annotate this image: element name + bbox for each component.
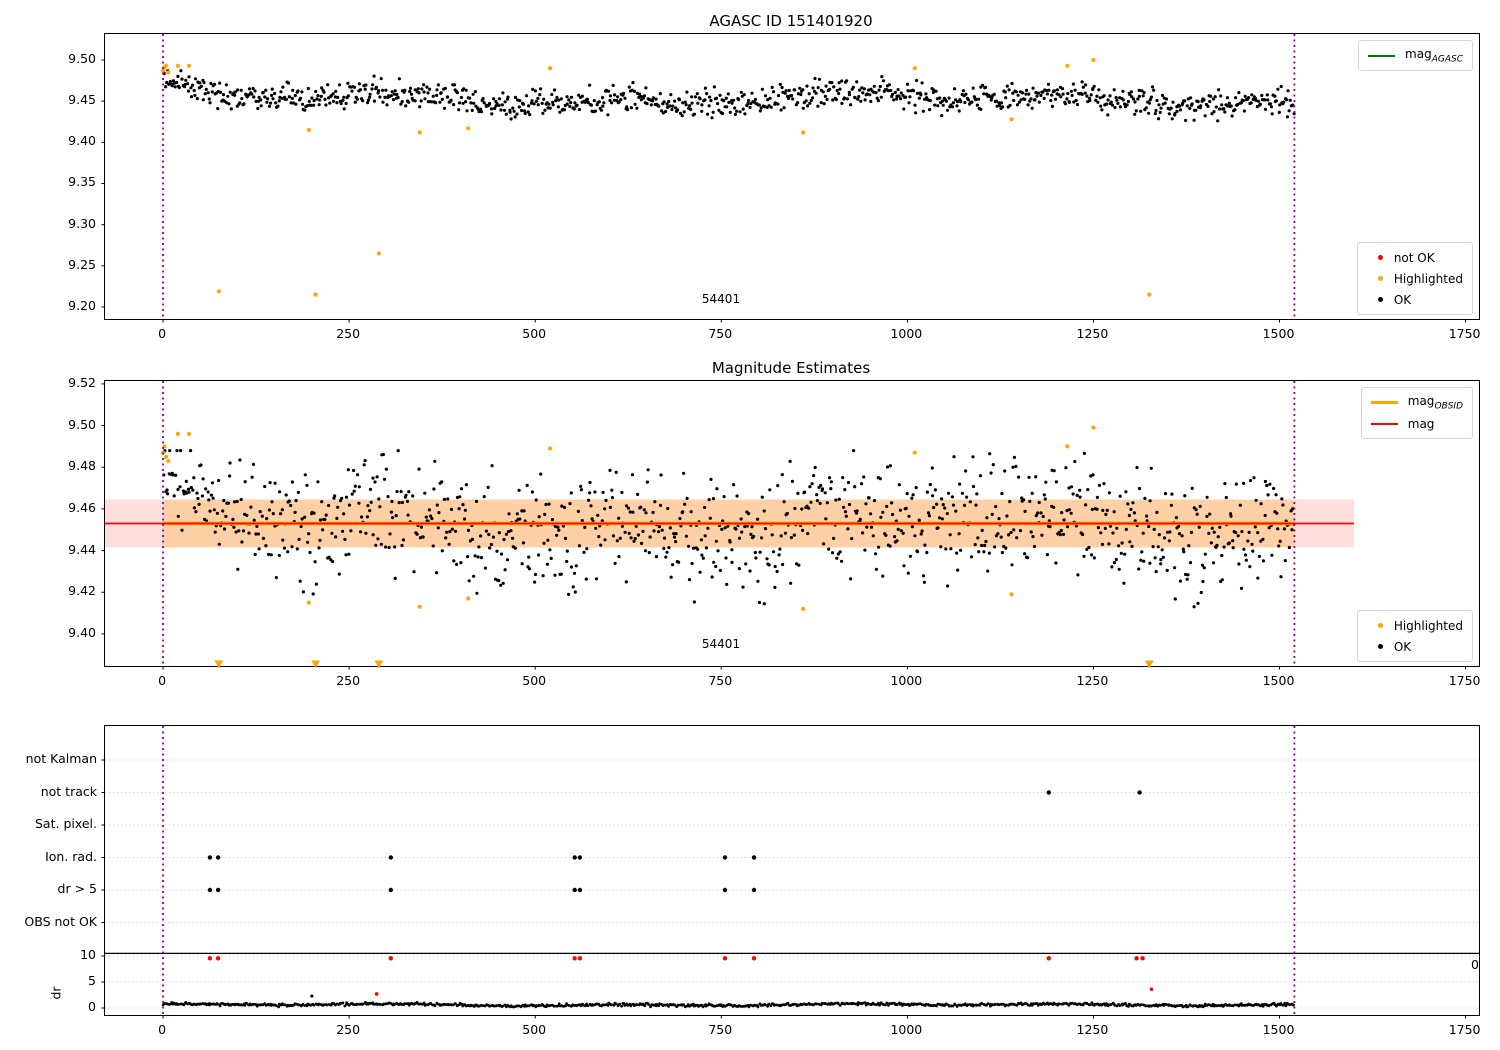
legend-row-ok: OK [1367, 289, 1463, 310]
plot1-title: AGASC ID 151401920 [709, 12, 873, 30]
plot1-xtick-1500: 1500 [1262, 326, 1295, 341]
mag-agasc-line-swatch [1368, 54, 1396, 57]
plot1-canvas [101, 34, 1467, 323]
ok-dot-swatch [1377, 297, 1383, 302]
highlighted-label: Highlighted [1393, 271, 1463, 286]
figure: AGASC ID 151401920 Magnitude Estimates m… [0, 0, 1500, 1050]
plot1-ytick-9.35: 9.35 [68, 174, 96, 190]
not-ok-dot-swatch [1377, 255, 1383, 260]
plot2-xtick-1000: 1000 [890, 673, 923, 688]
mag-obsid-label: magOBSID [1407, 393, 1463, 412]
plot2-ytick-9.52: 9.52 [68, 374, 96, 390]
legend-row-not-ok: not OK [1367, 247, 1463, 268]
plot2-xtick-500: 500 [522, 673, 547, 688]
plot1-xtick-0: 0 [158, 326, 167, 341]
plot1-xtick-500: 500 [522, 326, 547, 341]
mag-agasc-label: magAGASC [1405, 46, 1463, 65]
plot2-xtick-0: 0 [158, 673, 167, 688]
mag-line-swatch [1370, 422, 1398, 425]
flag-label-not-kalman: not Kalman [25, 751, 97, 766]
not-ok-label: not OK [1393, 250, 1435, 265]
plot2-xtick-1250: 1250 [1076, 673, 1109, 688]
plot2-marker-legend: Highlighted OK [1356, 610, 1473, 662]
plot1-line-legend: magAGASC [1358, 40, 1473, 71]
plot1-ytick-9.30: 9.30 [68, 215, 96, 231]
dr-ytick-0: 0 [88, 999, 96, 1014]
legend-row-ok2: OK [1367, 636, 1463, 657]
plot1-xtick-750: 750 [708, 326, 733, 341]
plot2-ytick-9.50: 9.50 [68, 416, 96, 432]
highlighted-dot-swatch2 [1377, 623, 1383, 628]
plot2-ytick-9.48: 9.48 [68, 458, 96, 474]
plot3-axes [101, 725, 1480, 1019]
flag-label-sat-pixel-: Sat. pixel. [35, 816, 97, 831]
plot1-xtick-1000: 1000 [890, 326, 923, 341]
legend-row-highlighted: Highlighted [1367, 268, 1463, 289]
legend-row-mag: mag [1370, 413, 1463, 434]
plot1-obsid-annotation: 54401 [701, 292, 741, 306]
plot3-xtick-1500: 1500 [1262, 1022, 1295, 1037]
legend-row-mag-obsid: magOBSID [1370, 392, 1463, 413]
plot1-xtick-1750: 1750 [1448, 326, 1481, 341]
dr-ytick-10: 10 [80, 947, 96, 962]
highlighted-dot-swatch [1377, 276, 1383, 281]
plot1-ytick-9.20: 9.20 [68, 297, 96, 313]
plot3-xtick-0: 0 [158, 1022, 167, 1037]
plot2-line-legend: magOBSID mag [1360, 387, 1473, 439]
plot2-xtick-750: 750 [708, 673, 733, 688]
plot1-ytick-9.25: 9.25 [68, 256, 96, 272]
plot3-xtick-1000: 1000 [890, 1022, 923, 1037]
flag-label-ion-rad-: Ion. rad. [45, 848, 97, 864]
highlighted-label2: Highlighted [1393, 618, 1463, 633]
plot2-obsid-annotation: 54401 [701, 637, 741, 651]
plot2-xtick-1750: 1750 [1448, 673, 1481, 688]
plot1-marker-legend: not OK Highlighted OK [1356, 242, 1473, 315]
plot2-xtick-250: 250 [336, 673, 361, 688]
flag-label-obs-not-ok: OBS not OK [24, 913, 97, 929]
ok-label: OK [1393, 292, 1412, 307]
plot2-canvas [101, 381, 1467, 670]
plot3-xtick-1750: 1750 [1448, 1022, 1481, 1037]
plot3-canvas [101, 726, 1479, 1019]
plot2-axes: magOBSID mag Highlighted OK 54401 [101, 380, 1480, 670]
flag-label-not-track: not track [40, 783, 97, 799]
plot3-xtick-250: 250 [336, 1022, 361, 1037]
plot1-ytick-9.50: 9.50 [68, 51, 96, 66]
plot1-ytick-9.40: 9.40 [68, 133, 96, 149]
plot1-xtick-1250: 1250 [1076, 326, 1109, 341]
plot1-xtick-250: 250 [336, 326, 361, 341]
plot2-ytick-9.42: 9.42 [68, 583, 96, 599]
plot3-xtick-500: 500 [522, 1022, 547, 1037]
ok-label2: OK [1393, 639, 1412, 654]
ok-dot-swatch2 [1377, 644, 1383, 649]
plot2-ytick-9.40: 9.40 [68, 624, 96, 640]
legend-row-mag-agasc: magAGASC [1368, 45, 1463, 66]
plot3-xtick-1250: 1250 [1076, 1022, 1109, 1037]
plot1-axes: magAGASC not OK Highlighted OK 54401 [101, 33, 1480, 323]
plot2-title: Magnitude Estimates [711, 359, 871, 377]
plot2-xtick-1500: 1500 [1262, 673, 1295, 688]
right-edge-clipped-label: 0 [1471, 957, 1479, 972]
flag-label-dr-5: dr > 5 [57, 881, 97, 896]
legend-row-highlighted2: Highlighted [1367, 615, 1463, 636]
mag-label: mag [1407, 416, 1435, 431]
plot3-xtick-750: 750 [708, 1022, 733, 1037]
dr-ytick-5: 5 [88, 973, 96, 988]
plot1-ytick-9.45: 9.45 [68, 92, 96, 108]
mag-obsid-line-swatch [1370, 401, 1398, 404]
plot2-ytick-9.44: 9.44 [68, 541, 96, 557]
plot2-ytick-9.46: 9.46 [68, 499, 96, 515]
